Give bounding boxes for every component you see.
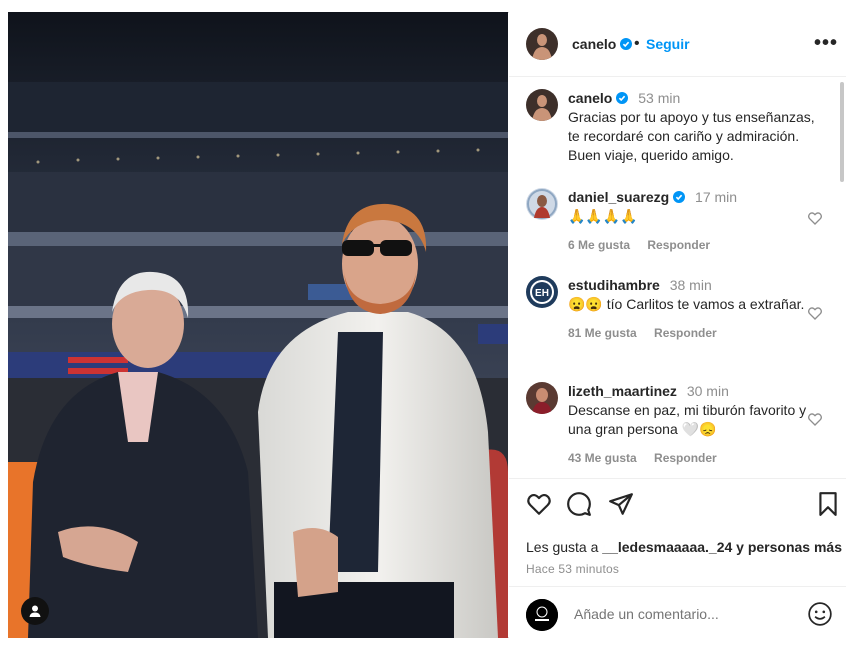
share-send-icon[interactable]: [608, 491, 634, 517]
comment-avatar[interactable]: [526, 382, 558, 414]
save-bookmark-icon[interactable]: [815, 491, 841, 517]
post-side-panel: canelo • Seguir ••• canelo 53 min Gracia…: [509, 12, 846, 638]
comment-time: 30 min: [686, 383, 729, 399]
like-comment-heart-icon[interactable]: [807, 305, 823, 321]
like-comment-heart-icon[interactable]: [807, 411, 823, 427]
more-options-icon[interactable]: •••: [814, 32, 838, 55]
reply-button[interactable]: Responder: [654, 326, 717, 340]
comment-text: Descanse en paz, mi tiburón favorito y u…: [568, 402, 807, 437]
post-photo[interactable]: [8, 12, 508, 638]
comment-likes[interactable]: 81 Me gusta: [568, 326, 637, 340]
comments-list[interactable]: canelo 53 min Gracias por tu apoyo y tus…: [509, 77, 846, 477]
comments-scrollbar[interactable]: [840, 82, 844, 182]
add-comment-row: [509, 586, 846, 640]
author-username[interactable]: canelo: [572, 36, 633, 52]
comment-username[interactable]: daniel_suarezg: [568, 189, 669, 205]
like-comment-heart-icon[interactable]: [807, 210, 823, 226]
likes-summary: Les gusta a __ledesmaaaaa._24 y personas…: [526, 539, 842, 555]
comment-bubble-icon[interactable]: [566, 491, 592, 517]
likes-prefix: Les gusta a: [526, 539, 603, 555]
tagged-users-button[interactable]: [21, 597, 49, 625]
caption-username[interactable]: canelo: [568, 90, 612, 106]
comment-time: 38 min: [669, 277, 712, 293]
liked-by-user[interactable]: __ledesmaaaaa._24: [602, 539, 732, 555]
like-heart-icon[interactable]: [526, 491, 552, 517]
reply-button[interactable]: Responder: [647, 238, 710, 252]
caption-text: Gracias por tu apoyo y tus enseñanzas, t…: [568, 109, 815, 163]
current-user-avatar: [526, 599, 558, 631]
comment-time: 17 min: [695, 189, 738, 205]
reply-button[interactable]: Responder: [654, 451, 717, 465]
person-icon: [29, 605, 41, 617]
verified-badge-icon: [673, 191, 686, 203]
post-image: [8, 12, 508, 638]
separator-dot: •: [634, 35, 640, 52]
comment-likes[interactable]: 6 Me gusta: [568, 238, 630, 252]
author-avatar[interactable]: [526, 28, 558, 60]
caption-time: 53 min: [638, 90, 681, 106]
verified-badge-icon: [616, 92, 629, 104]
comment-avatar[interactable]: [526, 188, 558, 220]
follow-button[interactable]: Seguir: [646, 36, 690, 52]
post-actions: Les gusta a __ledesmaaaaa._24 y personas…: [509, 478, 846, 639]
caption-avatar[interactable]: [526, 89, 558, 121]
verified-badge-icon: [620, 38, 633, 50]
emoji-picker-icon[interactable]: [807, 601, 833, 627]
comment-avatar[interactable]: EH: [526, 276, 558, 308]
comment-likes[interactable]: 43 Me gusta: [568, 451, 637, 465]
likes-suffix[interactable]: y personas más: [732, 539, 842, 555]
comment-username[interactable]: lizeth_maartinez: [568, 383, 677, 399]
add-comment-input[interactable]: [572, 605, 796, 623]
svg-text:EH: EH: [535, 288, 549, 299]
post-header: canelo • Seguir •••: [509, 12, 846, 77]
comment-text: 😦😦 tío Carlitos te vamos a extrañar.: [568, 296, 805, 312]
comment-username[interactable]: estudihambre: [568, 277, 660, 293]
post-timestamp[interactable]: Hace 53 minutos: [526, 562, 619, 576]
comment-text: 🙏🙏🙏🙏: [568, 208, 638, 224]
